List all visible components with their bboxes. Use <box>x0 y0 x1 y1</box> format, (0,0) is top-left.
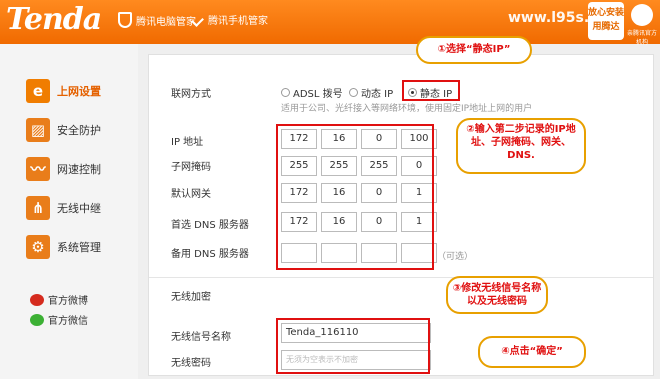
sidebar-item-label: 网速控制 <box>57 163 101 176</box>
gear-icon: ⚙ <box>26 235 50 259</box>
primary-dns-label: 首选 DNS 服务器 <box>171 220 249 231</box>
sidebar-item-security[interactable]: ▨ 安全防护 <box>26 117 101 143</box>
header-bar: Tenda 腾讯电脑管家 腾讯手机管家 www.l95s.com 放心安装 用腾… <box>0 0 660 46</box>
secondary-dns-label: 备用 DNS 服务器 <box>171 249 249 260</box>
wireless-encryption-title: 无线加密 <box>171 292 211 303</box>
ip-fields-highlight <box>276 124 434 270</box>
wireless-fields-highlight <box>276 318 430 374</box>
radio-adsl[interactable]: ADSL 拨号 <box>281 85 343 100</box>
sidebar-item-label: 上网设置 <box>57 85 101 98</box>
sidebar-item-system-management[interactable]: ⚙ 系统管理 <box>26 234 101 260</box>
optional-note: （可选） <box>437 252 474 262</box>
wireless-password-label: 无线密码 <box>171 358 211 369</box>
pc-manager-badge: 腾讯电脑管家 <box>118 12 196 28</box>
gateway-label: 默认网关 <box>171 189 211 200</box>
shield-icon: ▨ <box>26 118 50 142</box>
subnet-mask-label: 子网掩码 <box>171 162 211 173</box>
sidebar-item-speed-control[interactable]: 〰 网速控制 <box>26 156 101 182</box>
partner-seal-icon <box>631 4 653 26</box>
check-icon <box>190 13 204 27</box>
sidebar: e 上网设置 ▨ 安全防护 〰 网速控制 ⋔ 无线中继 ⚙ 系统管理 官方微博 … <box>0 44 138 379</box>
mobile-manager-badge: 腾讯手机管家 <box>190 12 268 27</box>
step4-callout: ④点击“确定” <box>478 336 586 368</box>
sidebar-item-label: 无线中继 <box>57 202 101 215</box>
step2-callout: ②输入第二步记录的IP地址、子网掩码、网关、DNS. <box>456 118 586 174</box>
step1-callout: ①选择“静态IP” <box>416 36 532 64</box>
radio-dynamic-ip[interactable]: 动态 IP <box>349 85 393 100</box>
step3-callout: ③修改无线信号名称以及无线密码 <box>446 276 548 314</box>
radio-label: ADSL 拨号 <box>293 89 343 100</box>
tencent-partner-logo: 亲腾讯官方机构 <box>626 4 658 46</box>
static-ip-hint: 适用于公司、光纤接入等网络环境，使用固定IP地址上网的用户 <box>281 104 533 114</box>
sidebar-item-wireless-repeater[interactable]: ⋔ 无线中继 <box>26 195 101 221</box>
official-wechat-link[interactable]: 官方微信 <box>30 312 88 327</box>
wechat-label: 官方微信 <box>48 316 88 327</box>
safe-logo-line1: 放心安装 <box>588 8 625 18</box>
ssid-label: 无线信号名称 <box>171 332 231 343</box>
mobile-manager-label: 腾讯手机管家 <box>208 16 268 27</box>
radio-circle <box>349 88 358 97</box>
partner-caption: 亲腾讯官方机构 <box>626 30 657 46</box>
weibo-label: 官方微博 <box>48 296 88 307</box>
weibo-icon <box>30 293 44 306</box>
wechat-icon <box>30 313 44 326</box>
tenda-logo: Tenda <box>6 2 102 37</box>
official-weibo-link[interactable]: 官方微博 <box>30 292 88 307</box>
sidebar-item-label: 安全防护 <box>57 124 101 137</box>
tencent-safe-logo: 放心安装 用腾达 <box>588 2 624 40</box>
shield-icon <box>118 12 132 28</box>
pc-manager-label: 腾讯电脑管家 <box>136 16 196 28</box>
safe-logo-line2: 用腾达 <box>592 22 620 32</box>
sidebar-item-label: 系统管理 <box>57 241 101 254</box>
section-divider <box>149 277 653 278</box>
ip-address-label: IP 地址 <box>171 137 204 148</box>
static-ip-highlight <box>402 80 460 101</box>
e-icon: e <box>26 79 50 103</box>
sidebar-item-internet-setup[interactable]: e 上网设置 <box>26 78 101 104</box>
wireless-icon: ⋔ <box>26 196 50 220</box>
radio-label: 动态 IP <box>361 89 394 100</box>
radio-circle <box>281 88 290 97</box>
speed-icon: 〰 <box>26 157 50 181</box>
connection-type-label: 联网方式 <box>171 89 211 100</box>
